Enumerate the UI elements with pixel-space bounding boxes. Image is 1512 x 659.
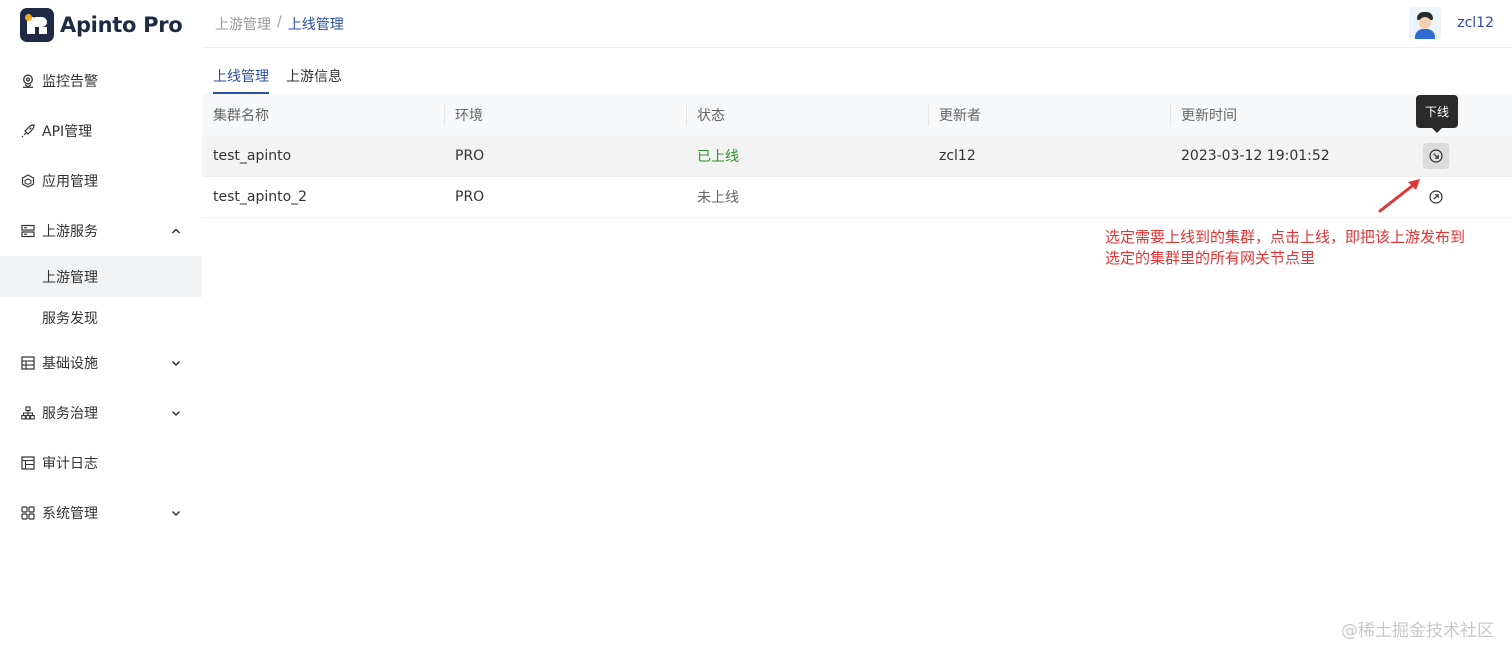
app-root: Apinto Pro 监控告警 API管理 应用管理 上游服务 上游管理 服务发… — [0, 0, 1512, 659]
app-logo[interactable]: Apinto Pro — [20, 8, 183, 42]
cluster-table: 集群名称 环境 状态 更新者 更新时间 test_apinto PRO 已上线 … — [202, 94, 1512, 218]
table-icon — [20, 455, 36, 471]
table-row[interactable]: test_apinto_2 PRO 未上线 — [202, 177, 1512, 218]
cell-updater: zcl12 — [939, 148, 976, 164]
sidebar-item-applications[interactable]: 应用管理 — [0, 156, 202, 206]
sitemap-icon — [20, 405, 36, 421]
sidebar-item-service-governance[interactable]: 服务治理 — [0, 388, 202, 438]
sidebar-item-upstream-services[interactable]: 上游服务 — [0, 206, 202, 256]
annotation-text: 选定需要上线到的集群，点击上线，即把该上游发布到选定的集群里的所有网关节点里 — [1105, 228, 1466, 267]
sidebar-item-label: 服务治理 — [42, 406, 98, 422]
cell-environment: PRO — [455, 148, 485, 164]
rocket-icon — [20, 123, 36, 139]
table-row[interactable]: test_apinto PRO 已上线 zcl12 2023-03-12 19:… — [202, 136, 1512, 177]
breadcrumb-current: 上线管理 — [287, 17, 344, 33]
column-divider — [686, 104, 687, 126]
sidebar-item-label: 基础设施 — [42, 356, 98, 372]
cell-status: 未上线 — [697, 190, 739, 206]
chevron-up-icon — [171, 228, 181, 234]
username[interactable]: zcl12 — [1457, 15, 1494, 31]
sidebar-subitem-label: 服务发现 — [42, 310, 98, 327]
sidebar-item-label: 应用管理 — [42, 174, 98, 190]
sidebar-item-system-management[interactable]: 系统管理 — [0, 488, 202, 538]
grid-icon — [20, 505, 36, 521]
offline-arrow-icon — [1429, 149, 1443, 163]
logo-icon — [20, 8, 54, 42]
column-divider — [444, 104, 445, 126]
sidebar-item-label: 监控告警 — [42, 74, 98, 90]
database-icon — [20, 355, 36, 371]
cell-environment: PRO — [455, 189, 485, 205]
sidebar-item-label: 审计日志 — [42, 456, 98, 472]
location-pin-icon — [20, 73, 36, 89]
cell-cluster-name: test_apinto_2 — [213, 189, 308, 205]
sidebar: Apinto Pro 监控告警 API管理 应用管理 上游服务 上游管理 服务发… — [0, 0, 202, 659]
server-icon — [20, 223, 36, 239]
column-divider — [1170, 104, 1171, 126]
chevron-down-icon — [171, 510, 181, 517]
watermark: @稀土掘金技术社区 — [1341, 621, 1494, 641]
cube-icon — [20, 173, 36, 189]
sidebar-item-label: 上游服务 — [42, 224, 98, 240]
sidebar-nav: 监控告警 API管理 应用管理 上游服务 上游管理 服务发现 基础设施 服务治理… — [0, 56, 202, 538]
avatar[interactable] — [1409, 7, 1442, 39]
annotation-arrow-icon — [1378, 179, 1420, 213]
header-updater: 更新者 — [939, 108, 981, 124]
tab-online-management[interactable]: 上线管理 — [213, 56, 269, 94]
user-menu[interactable]: zcl12 — [1409, 7, 1494, 39]
breadcrumb-separator: / — [277, 14, 282, 30]
offline-button[interactable] — [1423, 143, 1449, 169]
breadcrumb: 上游管理 / 上线管理 — [215, 14, 344, 34]
cell-cluster-name: test_apinto — [213, 148, 292, 164]
cell-status: 已上线 — [697, 149, 739, 165]
header-environment: 环境 — [455, 108, 483, 124]
header-updated-at: 更新时间 — [1181, 108, 1237, 124]
tooltip: 下线 — [1416, 95, 1458, 133]
sidebar-subitem-label: 上游管理 — [42, 269, 98, 286]
app-name: Apinto Pro — [60, 13, 183, 37]
sidebar-item-label: 系统管理 — [42, 506, 98, 522]
breadcrumb-parent[interactable]: 上游管理 — [215, 14, 271, 34]
sidebar-item-label: API管理 — [42, 124, 93, 140]
sidebar-item-audit-log[interactable]: 审计日志 — [0, 438, 202, 488]
column-divider — [928, 104, 929, 126]
cell-updated-at: 2023-03-12 19:01:52 — [1181, 148, 1330, 164]
online-button[interactable] — [1423, 184, 1449, 210]
header-cluster-name: 集群名称 — [213, 108, 269, 124]
table-header: 集群名称 环境 状态 更新者 更新时间 — [202, 94, 1512, 136]
sidebar-subitem-upstream-management[interactable]: 上游管理 — [0, 256, 202, 297]
online-arrow-icon — [1429, 190, 1443, 204]
chevron-down-icon — [171, 360, 181, 367]
tab-bar: 上线管理 上游信息 — [213, 56, 342, 94]
top-header: 上游管理 / 上线管理 zcl12 — [202, 0, 1512, 48]
header-status: 状态 — [697, 108, 725, 124]
sidebar-item-monitoring[interactable]: 监控告警 — [0, 56, 202, 106]
chevron-down-icon — [171, 410, 181, 417]
sidebar-subitem-service-discovery[interactable]: 服务发现 — [0, 297, 202, 338]
sidebar-item-api[interactable]: API管理 — [0, 106, 202, 156]
sidebar-item-infrastructure[interactable]: 基础设施 — [0, 338, 202, 388]
tab-upstream-info[interactable]: 上游信息 — [286, 56, 342, 94]
